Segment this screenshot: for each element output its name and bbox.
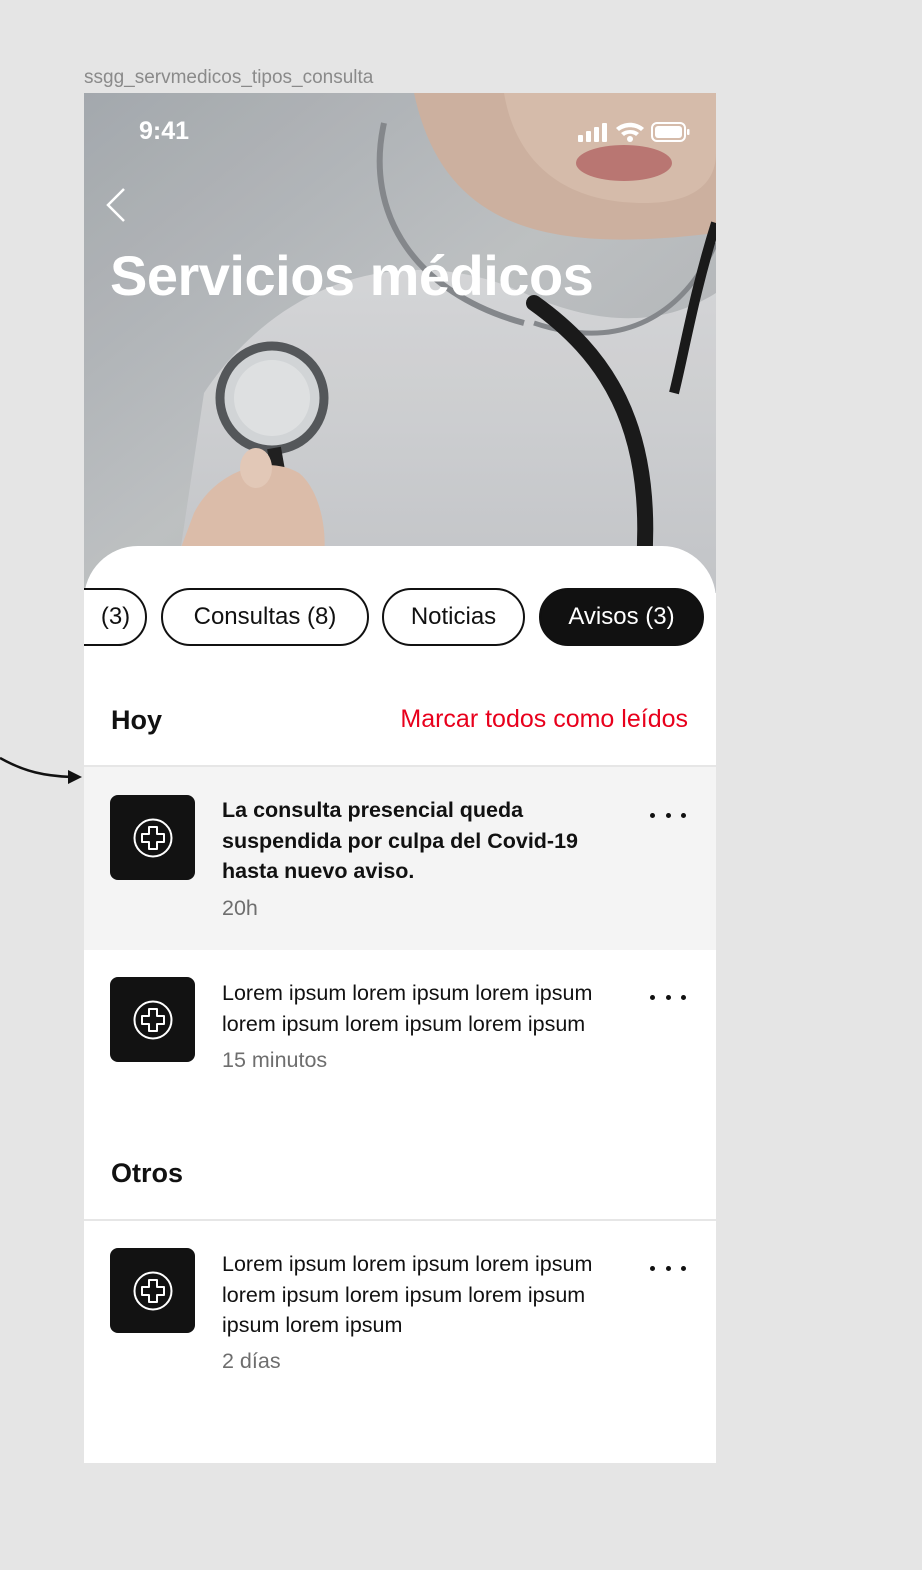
tab-label: Consultas (8) bbox=[193, 603, 337, 630]
signal-bars-icon bbox=[578, 123, 607, 142]
notification-item[interactable]: Lorem ipsum lorem ipsum lorem ipsum lore… bbox=[84, 950, 716, 1110]
notification-icon-box bbox=[110, 1248, 195, 1333]
notification-text: La consulta presencial queda suspendida … bbox=[222, 798, 579, 883]
status-time: 9:41 bbox=[139, 117, 190, 145]
filter-tabs: (3) Consultas (8) Noticias Avisos (3) bbox=[84, 588, 716, 650]
tab-noticias[interactable]: Noticias bbox=[382, 588, 525, 646]
tab-avisos[interactable]: Avisos (3) bbox=[539, 588, 704, 646]
more-options-icon[interactable] bbox=[650, 991, 686, 1003]
tab-label: Noticias bbox=[410, 603, 497, 630]
more-options-icon[interactable] bbox=[650, 1262, 686, 1274]
section-title-today: Hoy bbox=[111, 705, 163, 735]
medical-cross-icon bbox=[133, 1271, 172, 1310]
medical-cross-icon bbox=[133, 1000, 172, 1039]
tab-partial[interactable]: (3) bbox=[84, 588, 147, 646]
notification-text: Lorem ipsum lorem ipsum lorem ipsum lore… bbox=[222, 1252, 593, 1337]
notification-icon-box bbox=[110, 977, 195, 1062]
chevron-left-icon[interactable] bbox=[104, 185, 130, 225]
status-icons bbox=[578, 121, 690, 148]
phone-screen: 9:41 Servicios médicos (3) Consultas (8)… bbox=[84, 93, 716, 1463]
notification-item[interactable]: Lorem ipsum lorem ipsum lorem ipsum lore… bbox=[84, 1221, 716, 1421]
notification-time: 15 minutos bbox=[222, 1048, 328, 1072]
medical-cross-icon bbox=[133, 818, 172, 857]
status-bar: 9:41 bbox=[84, 93, 716, 163]
page-title: Servicios médicos bbox=[110, 244, 594, 307]
tab-label: (3) bbox=[100, 603, 131, 630]
notification-time: 20h bbox=[222, 896, 258, 920]
notification-icon-box bbox=[110, 795, 195, 880]
battery-icon bbox=[651, 122, 690, 142]
more-options-icon[interactable] bbox=[650, 809, 686, 821]
tab-consultas[interactable]: Consultas (8) bbox=[161, 588, 369, 646]
tab-label: Avisos (3) bbox=[568, 603, 675, 630]
wifi-icon bbox=[616, 122, 644, 142]
notification-text: Lorem ipsum lorem ipsum lorem ipsum lore… bbox=[222, 981, 593, 1036]
annotation-arrow bbox=[0, 756, 82, 784]
notification-time: 2 días bbox=[222, 1349, 281, 1373]
notification-item[interactable]: La consulta presencial queda suspendida … bbox=[84, 767, 716, 950]
mark-all-read-link[interactable]: Marcar todos como leídos bbox=[400, 705, 688, 734]
frame-label: ssgg_servmedicos_tipos_consulta bbox=[84, 67, 374, 88]
hero-image bbox=[84, 93, 716, 593]
section-title-others: Otros bbox=[111, 1158, 184, 1188]
